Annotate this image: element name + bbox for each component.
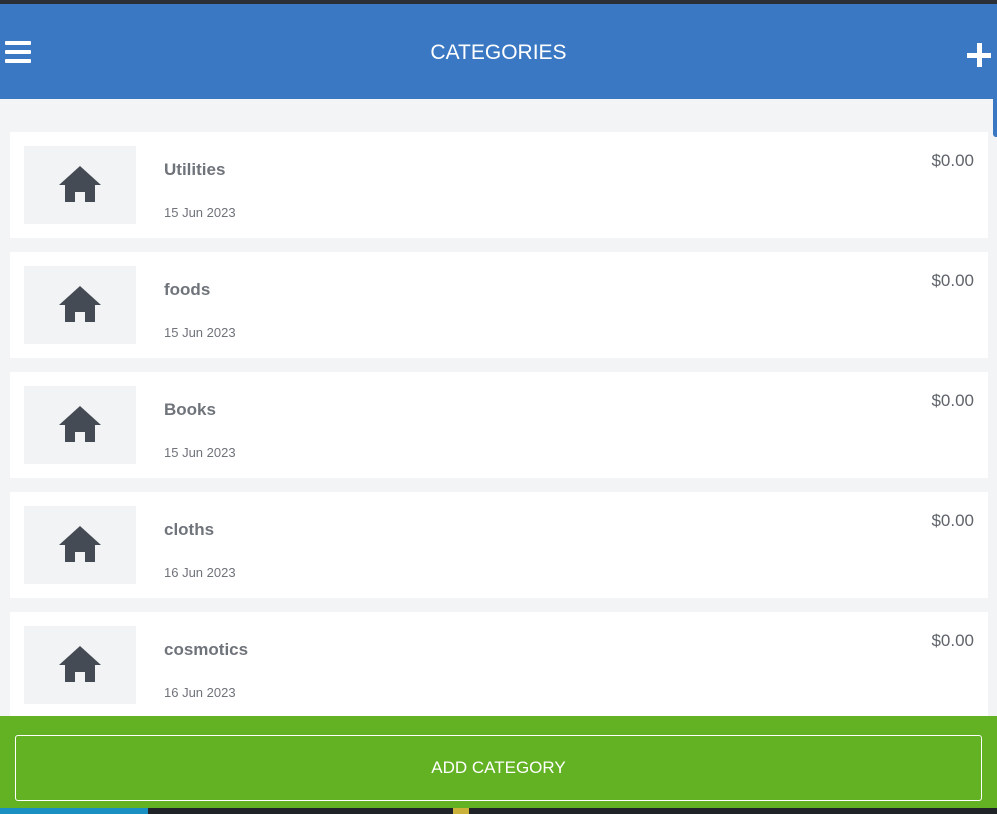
footer-bar: ADD CATEGORY — [0, 716, 997, 808]
category-amount: $0.00 — [931, 391, 974, 410]
category-date: 15 Jun 2023 — [164, 445, 236, 460]
taskbar-accent — [453, 808, 469, 814]
category-item[interactable]: cloths 16 Jun 2023 $0.00 — [10, 492, 988, 598]
category-name: cosmotics — [164, 640, 249, 659]
category-date: 16 Jun 2023 — [164, 685, 236, 700]
category-date: 15 Jun 2023 — [164, 325, 236, 340]
category-thumbnail — [24, 266, 136, 344]
plus-icon[interactable] — [966, 41, 992, 67]
category-name: foods — [164, 280, 211, 299]
home-icon — [59, 646, 101, 682]
category-date: 16 Jun 2023 — [164, 565, 236, 580]
home-icon — [59, 166, 101, 202]
category-item[interactable]: foods 15 Jun 2023 $0.00 — [10, 252, 988, 358]
taskbar-accent — [0, 808, 148, 814]
page-title: CATEGORIES — [430, 41, 567, 64]
category-date: 15 Jun 2023 — [164, 205, 236, 220]
category-amount: $0.00 — [931, 631, 974, 650]
category-name: Utilities — [164, 160, 226, 179]
add-category-button[interactable]: ADD CATEGORY — [15, 735, 982, 801]
category-item[interactable]: Utilities 15 Jun 2023 $0.00 — [10, 132, 988, 238]
home-icon — [59, 526, 101, 562]
home-icon — [59, 406, 101, 442]
category-amount: $0.00 — [931, 271, 974, 290]
category-item[interactable]: cosmotics 16 Jun 2023 $0.00 — [10, 612, 988, 718]
category-amount: $0.00 — [931, 511, 974, 530]
category-name: Books — [164, 400, 216, 419]
category-amount: $0.00 — [931, 151, 974, 170]
category-list: Utilities 15 Jun 2023 $0.00 foods 15 Jun… — [10, 132, 988, 732]
category-thumbnail — [24, 386, 136, 464]
home-icon — [59, 286, 101, 322]
category-thumbnail — [24, 146, 136, 224]
scroll-indicator — [993, 99, 997, 137]
category-name: cloths — [164, 520, 215, 539]
category-thumbnail — [24, 626, 136, 704]
category-thumbnail — [24, 506, 136, 584]
category-item[interactable]: Books 15 Jun 2023 $0.00 — [10, 372, 988, 478]
taskbar-strip — [0, 808, 997, 814]
app-header: CATEGORIES — [0, 4, 997, 99]
app-window: CATEGORIES Utilities 15 Jun 2023 $0.00 f… — [0, 0, 997, 814]
